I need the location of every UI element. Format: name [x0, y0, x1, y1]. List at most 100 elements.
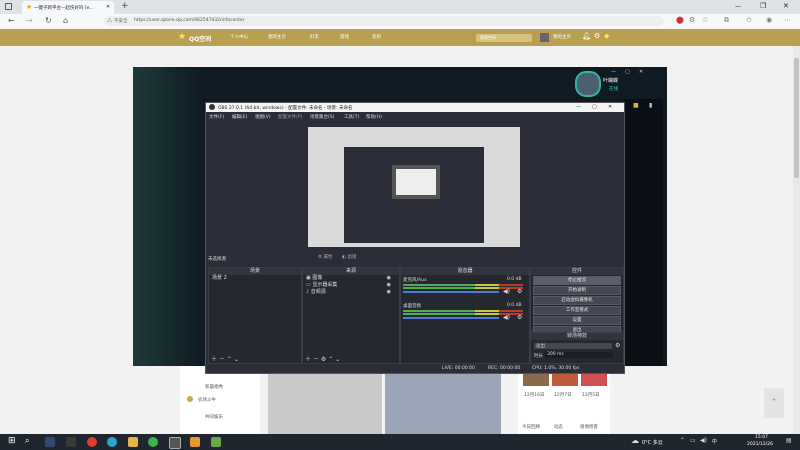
box-icon[interactable] — [211, 437, 221, 447]
nav-my-home[interactable]: 我的主页 — [268, 34, 286, 40]
ime-indicator[interactable]: 中 — [712, 438, 717, 445]
menu-tools[interactable]: 工具(T) — [344, 114, 359, 120]
chrome-icon[interactable] — [87, 437, 97, 447]
scrollbar-thumb[interactable] — [794, 58, 799, 178]
volume-icon[interactable]: ◀) — [503, 288, 510, 295]
eye-icon[interactable]: ◉ — [387, 289, 391, 296]
settings-button[interactable]: 设置 — [533, 316, 621, 325]
clock-time[interactable]: 15:07 — [755, 435, 768, 440]
add-scene-icon[interactable]: ＋ — [211, 356, 217, 363]
favorites-icon[interactable]: ☆ — [702, 16, 708, 24]
transition-select[interactable]: 淡出 — [534, 343, 612, 349]
thumb[interactable] — [552, 374, 578, 386]
clock-date[interactable]: 2021/12/26 — [747, 442, 773, 447]
volume-slider[interactable] — [403, 317, 499, 319]
settings-icon[interactable]: ⚙ — [594, 32, 600, 40]
menu-view[interactable]: 视图(V) — [255, 114, 271, 120]
menu-profile[interactable]: 配置文件(P) — [278, 114, 302, 120]
qzone-search-input[interactable]: 搜索空间 — [476, 34, 532, 42]
left-link[interactable]: 共同娱乐 — [205, 414, 223, 420]
stop-streaming-button[interactable]: 停止推流 — [533, 276, 621, 285]
scene-item[interactable]: 场景 2 — [209, 275, 301, 282]
maximize-button[interactable]: ▢ — [625, 69, 630, 75]
properties-button[interactable]: ⚙ 属性 — [318, 254, 332, 260]
search-icon[interactable]: ⌕ — [25, 436, 35, 446]
down-icon[interactable]: ⌄ — [234, 356, 239, 363]
remove-source-icon[interactable]: － — [313, 356, 319, 363]
obs-maximize-button[interactable]: ▢ — [592, 104, 597, 110]
eye-icon[interactable]: ◉ — [387, 275, 391, 282]
favorites-list-icon[interactable]: ✩ — [746, 16, 752, 24]
add-source-icon[interactable]: ＋ — [305, 356, 311, 363]
menu-edit[interactable]: 编辑(E) — [232, 114, 247, 120]
studio-mode-button[interactable]: 工作室模式 — [533, 306, 621, 315]
bottom-link[interactable]: 今日回顾 — [522, 424, 540, 430]
channel-gear-icon[interactable]: ⚙ — [517, 288, 522, 295]
feed-photo[interactable] — [385, 374, 501, 434]
left-link[interactable]: 农场斗牛 — [198, 397, 216, 403]
more-icon[interactable]: ⋯ — [784, 16, 791, 24]
url-field[interactable]: ⚠ 不安全 https://user.qzone.qq.com/96254743… — [104, 16, 664, 26]
channel-gear-icon[interactable]: ⚙ — [517, 314, 522, 321]
refresh-icon[interactable]: ↻ — [45, 16, 52, 25]
nav-decor[interactable]: 装扮 — [372, 34, 381, 40]
up-icon[interactable]: ⌃ — [227, 356, 232, 363]
nav-personal-center[interactable]: 个人中心 — [230, 34, 248, 40]
forward-icon[interactable]: → — [26, 16, 33, 25]
duration-input[interactable]: 300 ms — [545, 352, 613, 358]
remove-scene-icon[interactable]: － — [219, 356, 225, 363]
profile-icon[interactable]: ◉ — [766, 16, 772, 24]
back-to-top-button[interactable]: ⌃ — [764, 388, 784, 418]
cloud-icon[interactable]: ☁ — [631, 436, 641, 446]
volume-icon[interactable]: ◀) — [503, 314, 510, 321]
left-link[interactable]: 新晨相秀 — [205, 384, 223, 390]
up-icon[interactable]: ⌃ — [328, 356, 333, 363]
folder-icon[interactable]: ■ — [633, 102, 639, 109]
tab-close-icon[interactable]: ✕ — [106, 4, 110, 10]
source-item[interactable]: ▭ 显示器采集 ◉ — [303, 282, 399, 289]
filters-button[interactable]: ◐ 滤镜 — [342, 254, 356, 260]
volume-tray-icon[interactable]: ◀) — [700, 437, 707, 444]
diamond-icon[interactable]: ◆ — [604, 32, 609, 40]
console-icon[interactable] — [66, 437, 76, 447]
collections-icon[interactable]: ⧉ — [724, 16, 729, 25]
obs-close-button[interactable]: ✕ — [608, 104, 612, 110]
eye-icon[interactable]: ◉ — [387, 282, 391, 289]
start-recording-button[interactable]: 开始录制 — [533, 286, 621, 295]
back-icon[interactable]: ← — [8, 16, 15, 25]
window-menu-icon[interactable] — [5, 3, 12, 10]
transition-gear-icon[interactable]: ⚙ — [615, 342, 620, 349]
menu-file[interactable]: 文件(F) — [209, 114, 224, 120]
profile-avatar[interactable] — [575, 71, 601, 97]
network-icon[interactable]: ▭ — [690, 437, 696, 444]
browser-tab[interactable]: ★ 一键子跨平台—起伤好吗 [e... ✕ — [22, 1, 114, 14]
bottom-link[interactable]: 谢谢修客 — [580, 424, 598, 430]
page-scrollbar[interactable] — [793, 46, 800, 434]
notes-icon[interactable] — [190, 437, 200, 447]
avatar[interactable] — [540, 33, 549, 42]
maximize-button[interactable]: ❐ — [760, 2, 766, 10]
extension-icon[interactable]: ⬤ — [676, 16, 684, 24]
steam-icon[interactable] — [45, 437, 55, 447]
nav-friends[interactable]: 好友 — [310, 34, 319, 40]
thumb[interactable] — [523, 374, 549, 386]
sidebar-icon[interactable]: ▮ — [649, 102, 652, 109]
obs-icon[interactable] — [169, 437, 181, 449]
qzone-logo[interactable]: QQ空间 — [189, 34, 211, 43]
minimize-button[interactable]: — — [611, 69, 616, 75]
bottom-link[interactable]: 动态 — [554, 424, 563, 430]
source-item[interactable]: ▣ 图像 ◉ — [303, 275, 399, 282]
virtual-camera-button[interactable]: 启动虚拟摄像机 — [533, 296, 621, 305]
gear-icon[interactable]: ⚙ — [321, 356, 326, 363]
menu-scene-collection[interactable]: 场景集合(S) — [310, 114, 334, 120]
obs-minimize-button[interactable]: — — [576, 104, 581, 110]
close-window-button[interactable]: ✕ — [783, 2, 789, 10]
nav-games[interactable]: 游戏 — [340, 34, 349, 40]
close-window-button[interactable]: ✕ — [639, 69, 643, 75]
minimize-button[interactable]: — — [735, 3, 741, 10]
down-icon[interactable]: ⌄ — [335, 356, 340, 363]
tray-up-icon[interactable]: ⌃ — [680, 437, 685, 444]
home-icon[interactable]: ⌂ — [63, 16, 68, 25]
files-icon[interactable] — [128, 437, 138, 447]
weather-text[interactable]: 0°C 多云 — [642, 439, 663, 446]
